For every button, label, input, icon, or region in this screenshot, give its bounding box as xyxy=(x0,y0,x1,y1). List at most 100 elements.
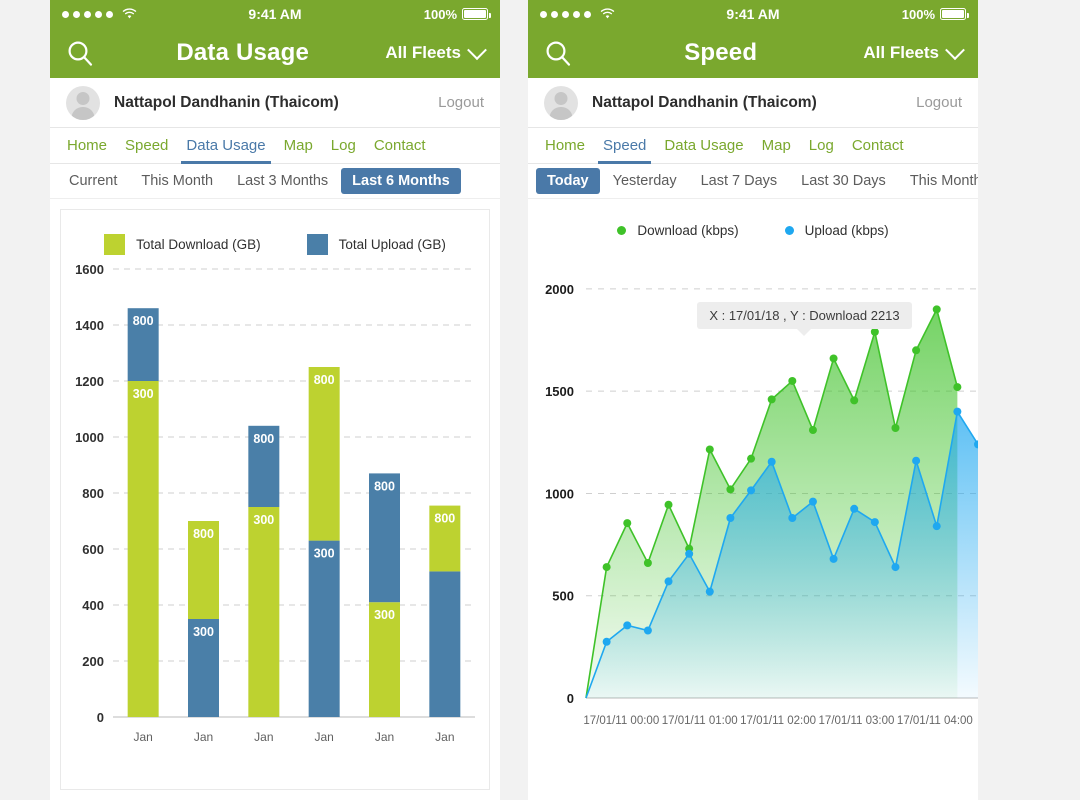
nav-bar-right: Speed All Fleets xyxy=(528,28,978,78)
svg-text:Jan: Jan xyxy=(133,730,152,744)
tab-speed[interactable]: Speed xyxy=(116,128,177,163)
logout-button[interactable]: Logout xyxy=(916,94,962,111)
area-chart-card: Download (kbps) Upload (kbps) 0 500 1000 15… xyxy=(528,199,978,800)
nav-bar-left: Data Usage All Fleets xyxy=(50,28,500,78)
tab-label: Data Usage xyxy=(664,137,744,154)
user-name: Nattapol Dandhanin (Thaicom) xyxy=(592,93,817,111)
svg-text:800: 800 xyxy=(374,479,395,493)
signal-dot xyxy=(106,10,113,18)
tab-data-usage[interactable]: Data Usage xyxy=(177,128,274,164)
tab-data-usage[interactable]: Data Usage xyxy=(655,128,752,163)
svg-text:Jan: Jan xyxy=(435,730,454,744)
tab-label: Speed xyxy=(603,137,647,154)
legend-dot-upload xyxy=(784,226,794,235)
chart-card-wrap-right: Download (kbps) Upload (kbps) 0 500 1000 15… xyxy=(528,199,978,800)
main-tabs-left: Home Speed Data Usage Map Log Contact xyxy=(50,128,500,164)
user-name: Nattapol Dandhanin (Thaicom) xyxy=(114,93,339,111)
svg-text:Jan: Jan xyxy=(254,730,273,744)
fleet-selector-label: All Fleets xyxy=(863,43,939,62)
legend-swatch-download xyxy=(104,234,126,255)
battery-percent-left: 100% xyxy=(423,6,457,22)
signal-indicator-right xyxy=(540,8,650,20)
chevron-down-icon xyxy=(467,40,487,61)
avatar-icon xyxy=(544,85,578,120)
legend-label-download: Download (kbps) xyxy=(637,223,739,238)
filter-last-6-months[interactable]: Last 6 Months xyxy=(341,168,461,194)
filter-last-7-days[interactable]: Last 7 Days xyxy=(690,168,789,194)
svg-text:17/01/11 01:00: 17/01/11 01:00 xyxy=(662,715,738,727)
fleet-selector-right[interactable]: All Fleets xyxy=(863,40,965,63)
svg-text:17/01/11 00:00: 17/01/11 00:00 xyxy=(583,715,659,727)
legend-item-download[interactable]: Total Download (GB) xyxy=(104,234,261,255)
bar-chart-plot: 0 200 400 600 800 1000 1200 1400 1600 300 800 Jan 30… xyxy=(75,262,475,744)
bar-chart-card: Total Download (GB) Total Upload (GB) 0 2… xyxy=(60,209,490,790)
tab-label: Home xyxy=(67,137,108,154)
battery-status-left: 100% xyxy=(378,6,491,22)
legend-item-download[interactable]: Download (kbps) xyxy=(617,223,739,238)
tab-log[interactable]: Log xyxy=(322,128,365,163)
area-chart-legend: Download (kbps) Upload (kbps) xyxy=(528,199,978,238)
avatar-icon xyxy=(66,85,100,120)
logout-button[interactable]: Logout xyxy=(438,94,484,111)
svg-text:300: 300 xyxy=(133,387,154,401)
battery-percent-right: 100% xyxy=(901,6,935,22)
fleet-selector-label: All Fleets xyxy=(385,43,461,62)
tab-contact[interactable]: Contact xyxy=(843,128,913,163)
chart-card-wrap-left: Total Download (GB) Total Upload (GB) 0 2… xyxy=(50,199,500,800)
main-tabs-right: Home Speed Data Usage Map Log Contact xyxy=(528,128,978,164)
tab-label: Data Usage xyxy=(186,137,266,154)
filter-pills-left: Current This Month Last 3 Months Last 6 … xyxy=(50,164,500,199)
filter-current[interactable]: Current xyxy=(58,168,128,194)
legend-label-upload: Total Upload (GB) xyxy=(338,237,446,252)
svg-text:800: 800 xyxy=(253,432,274,446)
tab-log[interactable]: Log xyxy=(800,128,843,163)
legend-label-upload: Upload (kbps) xyxy=(804,223,889,238)
signal-dot xyxy=(562,10,569,18)
status-time-right: 9:41 AM xyxy=(726,6,780,22)
bar-chart-legend: Total Download (GB) Total Upload (GB) xyxy=(61,210,489,255)
tab-label: Map xyxy=(761,137,791,154)
tab-label: Speed xyxy=(125,137,169,154)
svg-text:17/01/11 02:00: 17/01/11 02:00 xyxy=(740,715,816,727)
user-row-right: Nattapol Dandhanin (Thaicom) Logout xyxy=(528,78,978,128)
filter-last-3-months[interactable]: Last 3 Months xyxy=(226,168,339,194)
search-icon[interactable] xyxy=(66,39,100,67)
svg-text:400: 400 xyxy=(82,598,104,613)
svg-text:Jan: Jan xyxy=(375,730,394,744)
signal-dot xyxy=(62,10,69,18)
signal-indicator-left xyxy=(62,8,172,20)
legend-item-upload[interactable]: Total Upload (GB) xyxy=(306,234,446,255)
search-icon[interactable] xyxy=(544,39,578,67)
svg-text:800: 800 xyxy=(314,373,335,387)
filter-this-month[interactable]: This Month xyxy=(130,168,224,194)
tab-map[interactable]: Map xyxy=(275,128,322,163)
legend-item-upload[interactable]: Upload (kbps) xyxy=(784,223,889,238)
filter-today[interactable]: Today xyxy=(536,168,600,194)
svg-text:Jan: Jan xyxy=(194,730,213,744)
chart-tooltip: X : 17/01/18 , Y : Download 2213 xyxy=(697,301,912,336)
svg-text:1500: 1500 xyxy=(545,384,574,399)
status-time-left: 9:41 AM xyxy=(248,6,302,22)
tab-label: Log xyxy=(330,137,356,154)
tab-map[interactable]: Map xyxy=(753,128,800,163)
filter-yesterday[interactable]: Yesterday xyxy=(602,168,688,194)
legend-dot-download xyxy=(617,226,627,235)
filter-last-30-days[interactable]: Last 30 Days xyxy=(790,168,897,194)
tab-label: Log xyxy=(808,137,834,154)
svg-text:1600: 1600 xyxy=(75,262,104,277)
svg-text:1000: 1000 xyxy=(75,430,104,445)
legend-swatch-upload xyxy=(306,234,328,255)
page-title: Data Usage xyxy=(176,39,310,66)
filter-this-month[interactable]: This Month xyxy=(899,168,978,194)
tab-speed[interactable]: Speed xyxy=(594,128,655,164)
tab-home[interactable]: Home xyxy=(58,128,116,163)
svg-text:17/01/11 04:00: 17/01/11 04:00 xyxy=(897,715,973,727)
fleet-selector-left[interactable]: All Fleets xyxy=(385,40,487,63)
status-bar-right: 9:41 AM 100% xyxy=(528,0,978,28)
svg-text:0: 0 xyxy=(567,691,574,706)
tab-home[interactable]: Home xyxy=(536,128,594,163)
svg-text:800: 800 xyxy=(82,486,104,501)
tab-contact[interactable]: Contact xyxy=(365,128,435,163)
tab-label: Contact xyxy=(373,137,426,154)
wifi-icon xyxy=(600,8,615,20)
